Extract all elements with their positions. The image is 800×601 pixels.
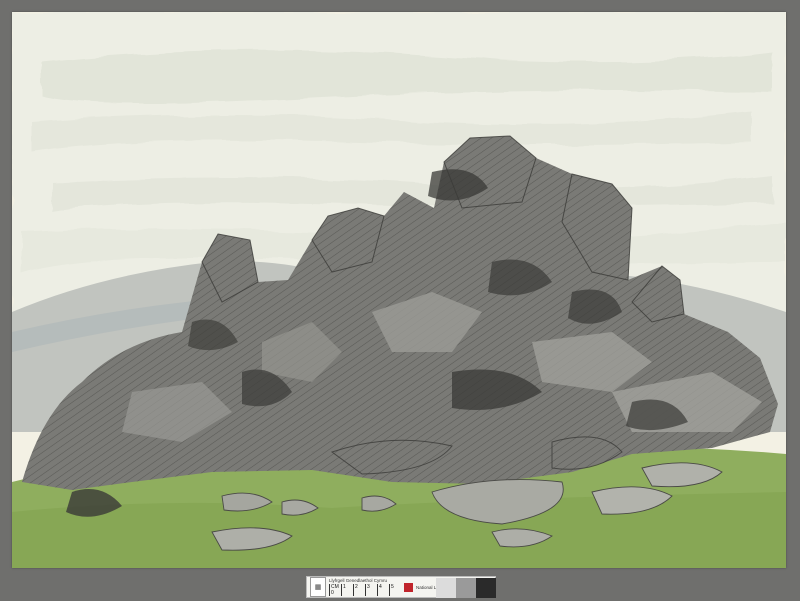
scale-label: 1 [341, 584, 353, 596]
library-logo-icon: ▦ [310, 577, 326, 597]
institution-block: Llyfrgell Genedlaethol Cymru CM 0 1 2 3 … [329, 578, 401, 596]
rock-landscape-painting [12, 12, 786, 568]
institution-welsh: Llyfrgell Genedlaethol Cymru [329, 578, 388, 583]
scale-label: CM 0 [329, 584, 341, 596]
scale-label: 4 [377, 584, 389, 596]
scale-ruler: CM 0 1 2 3 4 5 [329, 584, 401, 596]
grey-swatch-mid [456, 578, 476, 598]
watercolour-paper [12, 12, 786, 568]
scale-label: 2 [353, 584, 365, 596]
scale-label: 3 [365, 584, 377, 596]
grey-swatch-dark [476, 578, 496, 598]
library-red-mark [404, 582, 413, 592]
scale-label: 5 [389, 584, 401, 596]
grey-swatch-light [436, 578, 456, 598]
